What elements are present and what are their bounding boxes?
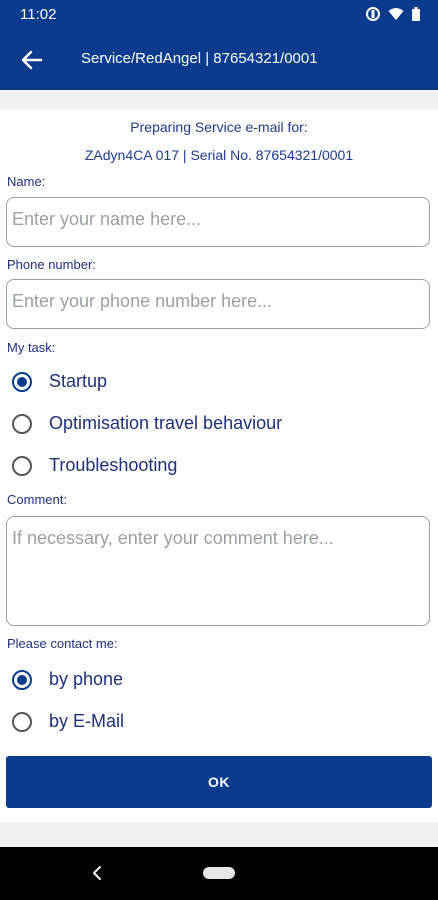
top-divider bbox=[0, 90, 438, 110]
task-option-label: Startup bbox=[49, 371, 108, 391]
system-nav-bar bbox=[0, 847, 438, 900]
status-time: 11:02 bbox=[20, 6, 57, 23]
contact-option-label: by E-Mail bbox=[49, 711, 125, 731]
ok-button[interactable]: OK bbox=[6, 756, 432, 808]
chevron-left-icon[interactable] bbox=[90, 864, 104, 882]
arrow-left-icon[interactable] bbox=[18, 46, 46, 74]
contact-option-phone[interactable]: by phone bbox=[12, 669, 123, 690]
radio-checked-icon[interactable] bbox=[12, 669, 32, 690]
battery-icon bbox=[412, 7, 420, 21]
form-heading-line1: Preparing Service e-mail for: bbox=[130, 119, 308, 135]
bottom-divider bbox=[0, 822, 438, 847]
contact-option-email[interactable]: by E-Mail bbox=[12, 711, 124, 732]
radio-checked-icon[interactable] bbox=[12, 371, 32, 392]
contact-label: Please contact me: bbox=[7, 636, 118, 651]
phone-input[interactable]: Enter your phone number here... bbox=[6, 279, 430, 329]
comment-textarea[interactable]: If necessary, enter your comment here... bbox=[6, 516, 430, 626]
form-heading-line2: ZAdyn4CA 017 | Serial No. 87654321/0001 bbox=[84, 147, 354, 163]
app-bar: Service/RedAngel | 87654321/0001 bbox=[0, 30, 438, 90]
radio-unchecked-icon[interactable] bbox=[12, 455, 32, 476]
name-placeholder: Enter your name here... bbox=[12, 209, 202, 229]
task-option-optimisation[interactable]: Optimisation travel behaviour bbox=[12, 413, 282, 434]
name-input[interactable]: Enter your name here... bbox=[6, 197, 430, 247]
wifi-icon bbox=[388, 8, 404, 20]
phone-placeholder: Enter your phone number here... bbox=[12, 291, 273, 311]
task-option-label: Troubleshooting bbox=[49, 455, 178, 475]
radio-unchecked-icon[interactable] bbox=[12, 413, 32, 434]
comment-label: Comment: bbox=[7, 492, 67, 507]
home-pill-icon[interactable] bbox=[203, 867, 235, 879]
page-title: Service/RedAngel | 87654321/0001 bbox=[81, 50, 318, 67]
name-label: Name: bbox=[7, 174, 46, 189]
task-option-startup[interactable]: Startup bbox=[12, 371, 107, 392]
task-option-troubleshooting[interactable]: Troubleshooting bbox=[12, 455, 177, 476]
radio-unchecked-icon[interactable] bbox=[12, 711, 32, 732]
task-option-label: Optimisation travel behaviour bbox=[49, 413, 283, 433]
contact-option-label: by phone bbox=[49, 669, 124, 689]
status-bar: 11:02 bbox=[0, 0, 438, 30]
status-icons bbox=[366, 7, 420, 21]
comment-placeholder: If necessary, enter your comment here... bbox=[12, 528, 334, 548]
phone-label: Phone number: bbox=[7, 257, 96, 272]
vibrate-icon bbox=[366, 7, 380, 21]
task-label: My task: bbox=[7, 340, 56, 355]
